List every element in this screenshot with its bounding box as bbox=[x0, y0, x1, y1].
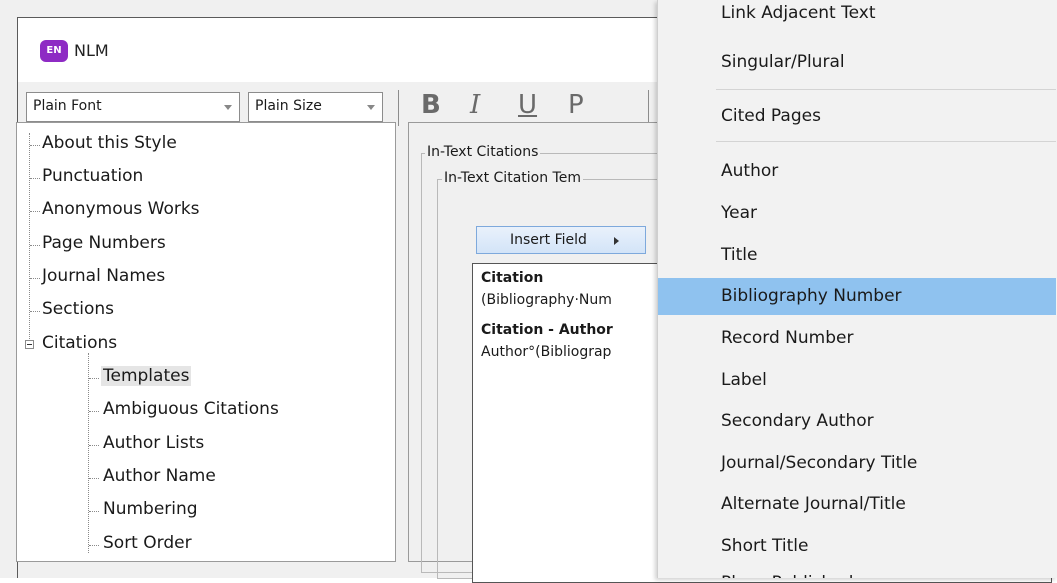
tree-item-sections[interactable]: Sections bbox=[42, 299, 114, 319]
underline-button[interactable]: U bbox=[518, 90, 537, 120]
tree-item-author-lists[interactable]: Author Lists bbox=[103, 433, 204, 453]
insert-field-button[interactable]: Insert Field bbox=[476, 226, 646, 254]
tree-connector bbox=[29, 133, 30, 345]
menu-item-title[interactable]: Title bbox=[658, 237, 1056, 274]
tree-item-ambiguous-citations[interactable]: Ambiguous Citations bbox=[103, 399, 279, 419]
toolbar-divider bbox=[398, 90, 399, 126]
tree-item-about-this-style[interactable]: About this Style bbox=[42, 133, 177, 153]
tree-connector bbox=[89, 411, 99, 412]
tree-connector bbox=[89, 445, 99, 446]
menu-item-cited-pages[interactable]: Cited Pages bbox=[658, 98, 1056, 135]
tree-item-sort-order[interactable]: Sort Order bbox=[103, 533, 192, 553]
endnote-logo-icon: EN bbox=[40, 40, 68, 62]
tree-connector bbox=[30, 178, 40, 179]
tree-connector bbox=[89, 478, 99, 479]
size-select[interactable]: Plain Size bbox=[248, 92, 383, 122]
tree-connector bbox=[30, 145, 40, 146]
menu-item-bibliography-number[interactable]: Bibliography Number bbox=[658, 278, 1056, 315]
tree-connector bbox=[30, 278, 40, 279]
menu-item-singular-plural[interactable]: Singular/Plural bbox=[658, 44, 1056, 81]
size-select-value: Plain Size bbox=[255, 98, 322, 114]
menu-separator bbox=[716, 89, 1056, 90]
tree-connector bbox=[30, 311, 40, 312]
insert-field-menu: Link Adjacent Text Singular/Plural Cited… bbox=[657, 0, 1057, 578]
citation-template-text: (Bibliography·Num bbox=[481, 292, 612, 308]
menu-item-author[interactable]: Author bbox=[658, 153, 1056, 190]
chevron-down-icon bbox=[367, 105, 375, 110]
menu-item-label[interactable]: Label bbox=[658, 362, 1056, 399]
menu-item-record-number[interactable]: Record Number bbox=[658, 320, 1056, 357]
tree-connector bbox=[30, 211, 40, 212]
tree-item-punctuation[interactable]: Punctuation bbox=[42, 166, 143, 186]
tree-connector bbox=[88, 353, 89, 553]
menu-item-link-adjacent-text[interactable]: Link Adjacent Text bbox=[658, 0, 1056, 37]
tree-item-templates[interactable]: Templates bbox=[101, 366, 192, 386]
italic-button[interactable]: I bbox=[470, 90, 480, 120]
caret-right-icon bbox=[614, 237, 619, 245]
menu-item-short-title[interactable]: Short Title bbox=[658, 528, 1056, 565]
tree-item-journal-names[interactable]: Journal Names bbox=[42, 266, 165, 286]
menu-item-secondary-author[interactable]: Secondary Author bbox=[658, 403, 1056, 440]
tree-item-anonymous-works[interactable]: Anonymous Works bbox=[42, 199, 200, 219]
tree-connector bbox=[89, 545, 99, 546]
menu-separator bbox=[716, 141, 1056, 142]
plain-button[interactable]: P bbox=[568, 90, 584, 120]
tree-connector bbox=[89, 511, 99, 512]
in-text-citations-label: In-Text Citations bbox=[425, 144, 541, 160]
author-citation-template-text: Author°(Bibliograp bbox=[481, 344, 612, 360]
collapse-toggle-icon[interactable] bbox=[25, 340, 34, 349]
bold-button[interactable]: B bbox=[421, 90, 441, 120]
chevron-down-icon bbox=[224, 105, 232, 110]
citation-heading: Citation bbox=[481, 270, 544, 286]
tree-item-author-name[interactable]: Author Name bbox=[103, 466, 216, 486]
menu-item-place-published[interactable]: Place Published bbox=[658, 565, 1056, 578]
citation-templates-label: In-Text Citation Tem bbox=[442, 170, 583, 186]
tree-item-page-numbers[interactable]: Page Numbers bbox=[42, 233, 166, 253]
tree-connector bbox=[89, 378, 99, 379]
tree-item-numbering[interactable]: Numbering bbox=[103, 499, 198, 519]
insert-field-label: Insert Field bbox=[510, 232, 587, 248]
menu-item-year[interactable]: Year bbox=[658, 195, 1056, 232]
tree-item-citations[interactable]: Citations bbox=[42, 333, 117, 353]
toolbar-divider bbox=[648, 90, 649, 126]
menu-item-journal-secondary-title[interactable]: Journal/Secondary Title bbox=[658, 445, 1056, 482]
style-sections-tree: About this Style Punctuation Anonymous W… bbox=[16, 122, 396, 562]
font-select-value: Plain Font bbox=[33, 98, 102, 114]
font-select[interactable]: Plain Font bbox=[26, 92, 240, 122]
author-citation-heading: Citation - Author bbox=[481, 322, 613, 338]
menu-item-alternate-journal-title[interactable]: Alternate Journal/Title bbox=[658, 486, 1056, 523]
tree-connector bbox=[30, 245, 40, 246]
window-title: NLM bbox=[74, 41, 109, 60]
